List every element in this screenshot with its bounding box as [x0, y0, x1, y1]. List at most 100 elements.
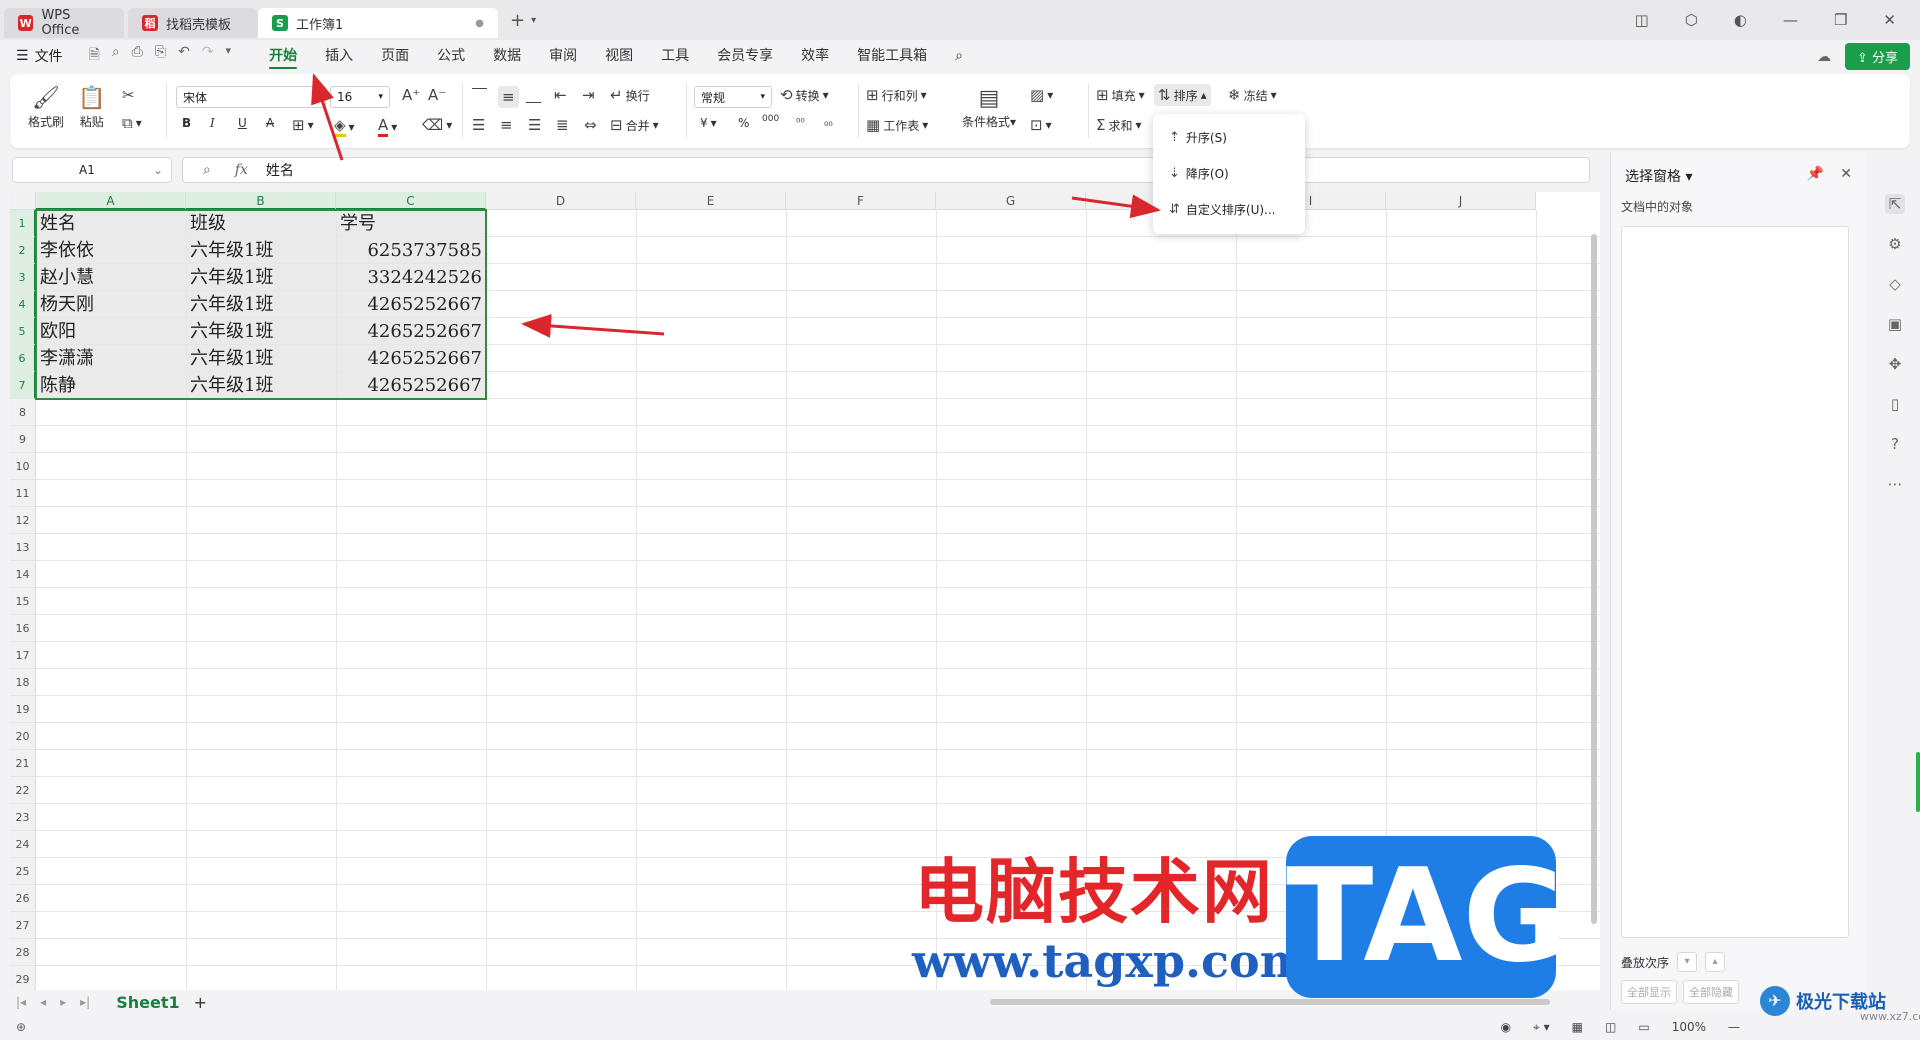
custom-sort-item[interactable]: ⇵ 自定义排序(U)... [1153, 194, 1305, 224]
underline-button[interactable]: U [238, 116, 247, 130]
align-center-icon[interactable]: ≡ [500, 116, 513, 134]
decrease-font-icon[interactable]: A⁻ [428, 86, 446, 104]
data-cell[interactable]: 李潇潇 [36, 345, 186, 372]
row-header-14[interactable]: 14 [10, 561, 36, 588]
close-icon[interactable]: ✕ [1840, 166, 1852, 182]
tab-home[interactable]: 开始 [255, 40, 311, 72]
sum-button[interactable]: Σ 求和 ▾ [1096, 116, 1142, 134]
conditional-format-button[interactable]: ▤ 条件格式▾ [962, 86, 1016, 130]
shape-icon[interactable]: ◇ [1885, 274, 1905, 294]
tab-view[interactable]: 视图 [591, 40, 647, 72]
worksheet-button[interactable]: ▦ 工作表 ▾ [866, 116, 928, 134]
sort-descending-item[interactable]: ⇣ 降序(O) [1153, 158, 1305, 188]
search-icon[interactable]: ⌕ [941, 40, 977, 72]
bold-button[interactable]: B [182, 116, 191, 130]
row-header-20[interactable]: 20 [10, 723, 36, 750]
font-size-select[interactable]: 16 ▾ [330, 86, 390, 108]
move-up-icon[interactable]: ▴ [1705, 952, 1726, 972]
share-button[interactable]: ⇪ 分享 [1844, 43, 1910, 70]
move-down-icon[interactable]: ▾ [1677, 952, 1698, 972]
select-cursor-icon[interactable]: ⇱ [1885, 194, 1905, 214]
data-cell[interactable]: 4265252667 [336, 372, 486, 399]
align-left-icon[interactable]: ☰ [472, 116, 485, 134]
normal-view-icon[interactable]: ▦ [1572, 1020, 1583, 1034]
row-header-22[interactable]: 22 [10, 777, 36, 804]
thousands-button[interactable]: 000 [762, 114, 779, 124]
last-sheet-icon[interactable]: ▸| [80, 995, 90, 1009]
data-cell[interactable]: 六年级1班 [186, 318, 336, 345]
tab-insert[interactable]: 插入 [311, 40, 367, 72]
indent-decrease-icon[interactable]: ⇤ [554, 86, 567, 104]
restore-icon[interactable]: ❐ [1834, 11, 1847, 29]
column-header-e[interactable]: E [636, 192, 786, 210]
data-cell[interactable]: 欧阳 [36, 318, 186, 345]
row-header-23[interactable]: 23 [10, 804, 36, 831]
row-header-29[interactable]: 29 [10, 966, 36, 990]
tab-page[interactable]: 页面 [367, 40, 423, 72]
border-icon[interactable]: ⊞ ▾ [292, 116, 314, 134]
row-header-8[interactable]: 8 [10, 399, 36, 426]
tab-member[interactable]: 会员专享 [703, 40, 787, 72]
row-header-2[interactable]: 2 [10, 237, 36, 264]
freeze-button[interactable]: ❄ 冻结 ▾ [1228, 86, 1277, 104]
export-icon[interactable]: ⌕ [112, 44, 120, 68]
row-header-13[interactable]: 13 [10, 534, 36, 561]
formula-bar[interactable]: ⌕ fx 姓名 [182, 157, 1590, 183]
number-format-select[interactable]: 常规 ▾ [694, 86, 772, 108]
row-header-24[interactable]: 24 [10, 831, 36, 858]
cut-icon[interactable]: ✂ [122, 86, 135, 104]
help-icon[interactable]: ? [1885, 434, 1905, 454]
fill-color-icon[interactable]: ◈ ▾ [334, 116, 355, 137]
tab-tools[interactable]: 工具 [647, 40, 703, 72]
currency-button[interactable]: ¥ ▾ [700, 116, 717, 130]
row-header-11[interactable]: 11 [10, 480, 36, 507]
data-cell[interactable]: 4265252667 [336, 318, 486, 345]
column-header-b[interactable]: B [186, 192, 336, 210]
next-sheet-icon[interactable]: ▸ [60, 995, 66, 1009]
book-icon[interactable]: ▯ [1885, 394, 1905, 414]
column-header-a[interactable]: A [36, 192, 186, 210]
fx-icon[interactable]: fx [235, 162, 248, 178]
settings-sliders-icon[interactable]: ⚙ [1885, 234, 1905, 254]
add-sheet-button[interactable]: + [194, 993, 207, 1012]
justify-icon[interactable]: ≣ [556, 116, 569, 134]
row-header-4[interactable]: 4 [10, 291, 36, 318]
data-cell[interactable]: 六年级1班 [186, 372, 336, 399]
font-color-icon[interactable]: A ▾ [378, 116, 397, 137]
eye-icon[interactable]: ◉ [1501, 1020, 1511, 1034]
column-header-g[interactable]: G [936, 192, 1086, 210]
data-cell[interactable]: 4265252667 [336, 291, 486, 318]
row-header-21[interactable]: 21 [10, 750, 36, 777]
data-cell[interactable]: 六年级1班 [186, 237, 336, 264]
more-chevron-icon[interactable]: ▾ [226, 44, 232, 68]
row-header-3[interactable]: 3 [10, 264, 36, 291]
eraser-icon[interactable]: ⌫ ▾ [422, 116, 452, 134]
header-cell[interactable]: 学号 [336, 210, 486, 237]
new-tab-button[interactable]: + [510, 10, 525, 31]
select-icon[interactable]: ⊡ ▾ [1030, 116, 1052, 134]
copy-icon[interactable]: ⧉ ▾ [122, 114, 142, 132]
row-col-button[interactable]: ⊞ 行和列 ▾ [866, 86, 927, 104]
layout-icon[interactable]: ◫ [1635, 11, 1649, 29]
tab-review[interactable]: 审阅 [535, 40, 591, 72]
column-header-j[interactable]: J [1386, 192, 1536, 210]
wrap-text-button[interactable]: ↵ 换行 [610, 86, 650, 104]
sheet-tab[interactable]: Sheet1 [116, 993, 179, 1012]
more-icon[interactable]: ⋯ [1885, 474, 1905, 494]
data-cell[interactable]: 李依依 [36, 237, 186, 264]
object-list[interactable] [1621, 226, 1849, 938]
convert-button[interactable]: ⟲ 转换 ▾ [780, 86, 829, 104]
header-cell[interactable]: 班级 [186, 210, 336, 237]
tab-close-icon[interactable]: ● [475, 18, 484, 29]
print-preview-icon[interactable]: ⎘ [155, 44, 166, 68]
row-header-12[interactable]: 12 [10, 507, 36, 534]
scroll-thumb[interactable] [990, 999, 1550, 1005]
page-view-icon[interactable]: ◫ [1605, 1020, 1616, 1034]
image-edit-icon[interactable]: ▣ [1885, 314, 1905, 334]
row-header-5[interactable]: 5 [10, 318, 36, 345]
row-header-25[interactable]: 25 [10, 858, 36, 885]
save-icon[interactable]: 🗎 [89, 44, 100, 68]
tab-template[interactable]: 稻 找稻壳模板 [128, 8, 258, 38]
align-middle-icon[interactable]: ≡ [498, 86, 519, 108]
close-icon[interactable]: ✕ [1883, 11, 1896, 29]
